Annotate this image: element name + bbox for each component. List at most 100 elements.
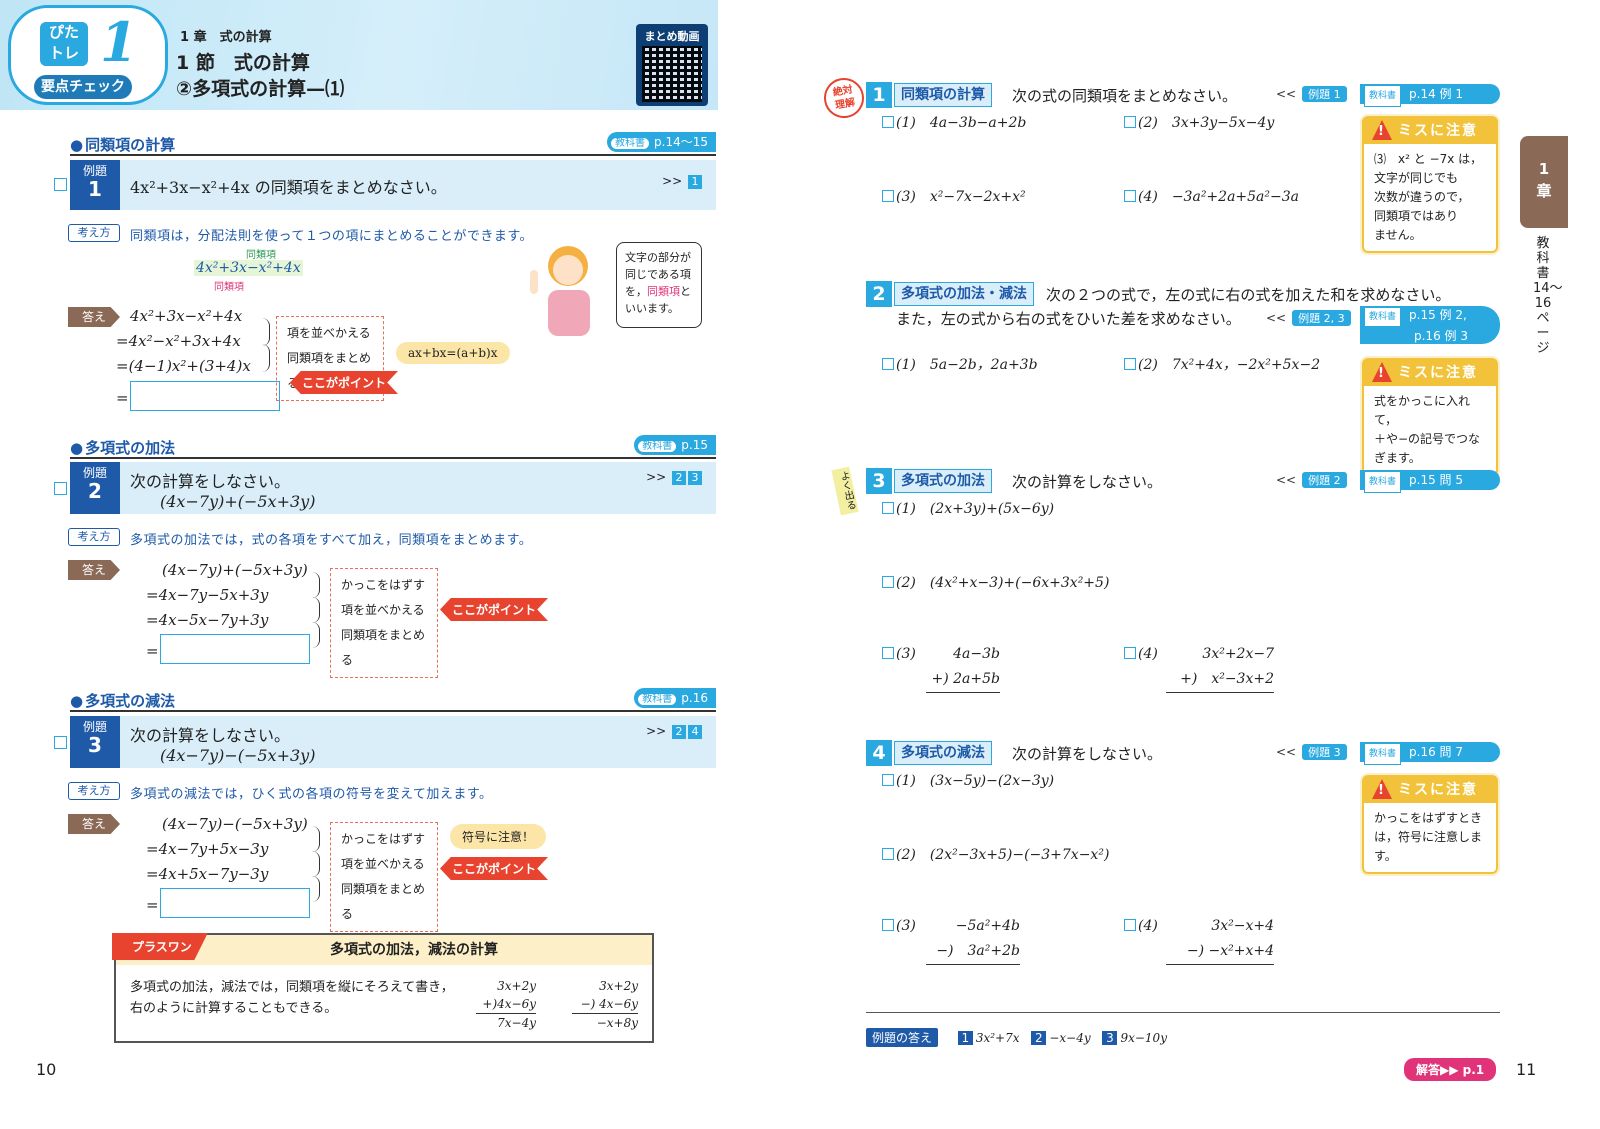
question-number: 2 — [866, 281, 892, 307]
exercise-item[interactable]: (1) (3x−5y)−(2x−3y) — [882, 770, 1054, 790]
thinking-label: 考え方 — [68, 528, 120, 546]
answer-blank[interactable] — [160, 634, 310, 664]
chapter-tab[interactable]: 1 章 — [1520, 136, 1568, 228]
example-ref: << 例題 1 — [1276, 86, 1347, 104]
answer-line-1: 4x²+3x−x²+4x — [130, 307, 243, 325]
qr-code-icon — [642, 46, 702, 102]
question-text: 次の計算をしなさい。 — [1012, 745, 1163, 763]
thinking-label: 考え方 — [68, 782, 120, 800]
exercise-item[interactable]: (3) x²−7x−2x+x² — [882, 186, 1026, 206]
exercise-item[interactable]: (4) — [1124, 918, 1158, 934]
section-header-subtraction: 多項式の減法 教科書p.16 — [70, 688, 716, 712]
bracket — [312, 851, 320, 877]
key-point-label: ここがポイント — [440, 598, 549, 621]
vertical-calc: 3x²+2x−7 +) x²−3x+2 — [1166, 642, 1274, 693]
exercise-item[interactable]: (2) 7x²+4x，−2x²+5x−2 — [1124, 354, 1320, 374]
plus-one-box: 多項式の加法，減法の計算 プラスワン 多項式の加法，減法では，同類項を縦にそろえ… — [112, 933, 654, 1043]
answer-line-4: = — [146, 896, 159, 914]
caution-box: ミスに注意 式をかっこに入れて，＋や−の記号でつなぎます。 — [1362, 358, 1498, 476]
caution-text: ⑶ x² と −7x は， 文字が同じでも 次数が違うので， 同類項ではあり ません。 — [1374, 152, 1483, 242]
example-label: 例題 3 — [70, 716, 120, 768]
caution-text: 式をかっこに入れて， ＋や−の記号でつな ぎます。 — [1374, 394, 1481, 465]
badge-number: 1 — [100, 10, 138, 74]
teacher-illustration — [530, 246, 590, 336]
exercise-item[interactable]: (2) 3x+3y−5x−4y — [1124, 112, 1274, 132]
checkbox[interactable] — [54, 736, 67, 749]
answer-blank[interactable] — [130, 381, 280, 411]
exercise-item[interactable]: (1) 5a−2b，2a+3b — [882, 354, 1038, 374]
footer-divider — [866, 1012, 1500, 1013]
vertical-addition: 3x+2y +)4x−6y 7x−4y — [476, 977, 536, 1032]
textbook-ref: 教科書 p.15 問 5 — [1360, 470, 1500, 493]
exercise-item[interactable]: (4) −3a²+2a+5a²−3a — [1124, 186, 1299, 206]
example-question: 次の計算をしなさい。 — [130, 726, 291, 745]
answer-line-2: =4x²−x²+3x+4x — [116, 332, 241, 350]
key-point-label: ここがポイント — [290, 371, 399, 394]
answer-label: 答え — [68, 814, 120, 834]
exercise-item[interactable]: (2) (2x²−3x+5)−(−3+7x−x²) — [882, 844, 1109, 864]
vertical-calc: 3x²−x+4 −) −x²+x+4 — [1166, 914, 1274, 965]
example-answers: 例題の答え 1 3x²+7x 2 −x−4y 3 9x−10y — [866, 1028, 1167, 1047]
answer-line-3: =4x+5x−7y−3y — [146, 865, 269, 883]
section-title: 多項式の減法 — [70, 690, 175, 711]
caution-box: ミスに注意 ⑶ x² と −7x は，文字が同じでも次数が違うので，同類項ではあ… — [1362, 116, 1498, 253]
exercise-ref: >> 24 — [646, 724, 702, 739]
textbook-pages-vertical: 教科書14〜16ページ — [1533, 236, 1563, 356]
page-header: ぴた トレ 1 要点チェック 1 章 式の計算 1 節 式の計算 ②多項式の計算… — [0, 0, 718, 110]
question-topic: 同類項の計算 — [894, 83, 992, 107]
question-text: 次の計算をしなさい。 — [1012, 473, 1163, 491]
example-box-2: 例題 2 次の計算をしなさい。 (4x−7y)+(−5x+3y) >> 23 — [70, 462, 716, 514]
page-number: 10 — [36, 1060, 57, 1079]
key-point-label: ここがポイント — [440, 857, 549, 880]
example-ref: << 例題 3 — [1276, 744, 1347, 762]
example-label: 例題 1 — [70, 160, 120, 210]
answers-link[interactable]: 解答▶▶ p.1 — [1404, 1058, 1497, 1081]
example-box-3: 例題 3 次の計算をしなさい。 (4x−7y)−(−5x+3y) >> 24 — [70, 716, 716, 768]
bracket — [312, 597, 320, 623]
summary-video-qr[interactable]: まとめ動画 — [636, 24, 708, 106]
right-page: 絶対 理解 1 同類項の計算 次の式の同類項をまとめなさい。 << 例題 1 教科… — [800, 0, 1600, 1129]
vertical-subtraction: 3x+2y −) 4x−6y −x+8y — [572, 977, 638, 1032]
bracket — [312, 876, 320, 902]
absolute-understanding-stamp: 絶対 理解 — [820, 74, 868, 122]
diagram-top-label: 同類項 — [246, 250, 276, 261]
question-topic: 多項式の加法 — [894, 469, 992, 493]
example-box-1: 例題 1 4x²+3x−x²+4x の同類項をまとめなさい。 >> 1 — [70, 160, 716, 210]
thinking-text: 多項式の減法では，ひく式の各項の符号を変えて加えます。 — [130, 787, 493, 802]
step-notes: かっこをはずす 項を並べかえる 同類項をまとめる — [330, 568, 438, 678]
question-number: 4 — [866, 740, 892, 766]
section-title: 多項式の加法 — [70, 437, 175, 458]
exercise-item[interactable]: (4) — [1124, 646, 1158, 662]
thinking-text: 同類項は，分配法則を使って１つの項にまとめることができます。 — [130, 229, 534, 244]
step-notes: かっこをはずす 項を並べかえる 同類項をまとめる — [330, 822, 438, 932]
textbook-tag: 教科書 p.14〜15 — [607, 132, 716, 152]
question-number: 3 — [866, 468, 892, 494]
section-title: 同類項の計算 — [70, 134, 175, 155]
exercise-item[interactable]: (3) — [882, 646, 916, 662]
exercise-item[interactable]: (3) — [882, 918, 916, 934]
exercise-item[interactable]: (2) (4x²+x−3)+(−6x+3x²+5) — [882, 572, 1109, 592]
caution-text: かっこをはずすとき は，符号に注意しま す。 — [1374, 811, 1483, 863]
pitatore-label: ぴた トレ — [40, 22, 88, 66]
answer-blank[interactable] — [160, 888, 310, 918]
page-number: 11 — [1516, 1060, 1537, 1079]
thinking-label: 考え方 — [68, 224, 120, 242]
checkbox[interactable] — [54, 178, 67, 191]
exercise-item[interactable]: (1) (2x+3y)+(5x−6y) — [882, 498, 1054, 518]
checkbox[interactable] — [54, 482, 67, 495]
bracket — [262, 318, 270, 346]
caution-title: ミスに注意 — [1364, 118, 1496, 144]
question-text: 次の２つの式で，左の式に右の式を加えた和を求めなさい。 — [1046, 286, 1451, 304]
diagram-bottom-label: 同類項 — [214, 282, 244, 293]
caution-title: ミスに注意 — [1364, 360, 1496, 386]
example-expression: (4x−7y)+(−5x+3y) — [160, 492, 316, 511]
section-header-like-terms: 同類項の計算 教科書p.14〜15 — [70, 132, 716, 156]
textbook-ref: 教科書 p.14 例 1 — [1360, 84, 1500, 107]
bracket — [312, 572, 320, 598]
answer-label: 答え — [68, 560, 120, 580]
exercise-item[interactable]: (1) 4a−3b−a+2b — [882, 112, 1026, 132]
section-header-addition: 多項式の加法 教科書p.15 — [70, 435, 716, 459]
thinking-text: 多項式の加法では，式の各項をすべて加え，同類項をまとめます。 — [130, 533, 533, 548]
exercise-ref: >> 23 — [646, 470, 702, 485]
caution-title: ミスに注意 — [1364, 777, 1496, 803]
